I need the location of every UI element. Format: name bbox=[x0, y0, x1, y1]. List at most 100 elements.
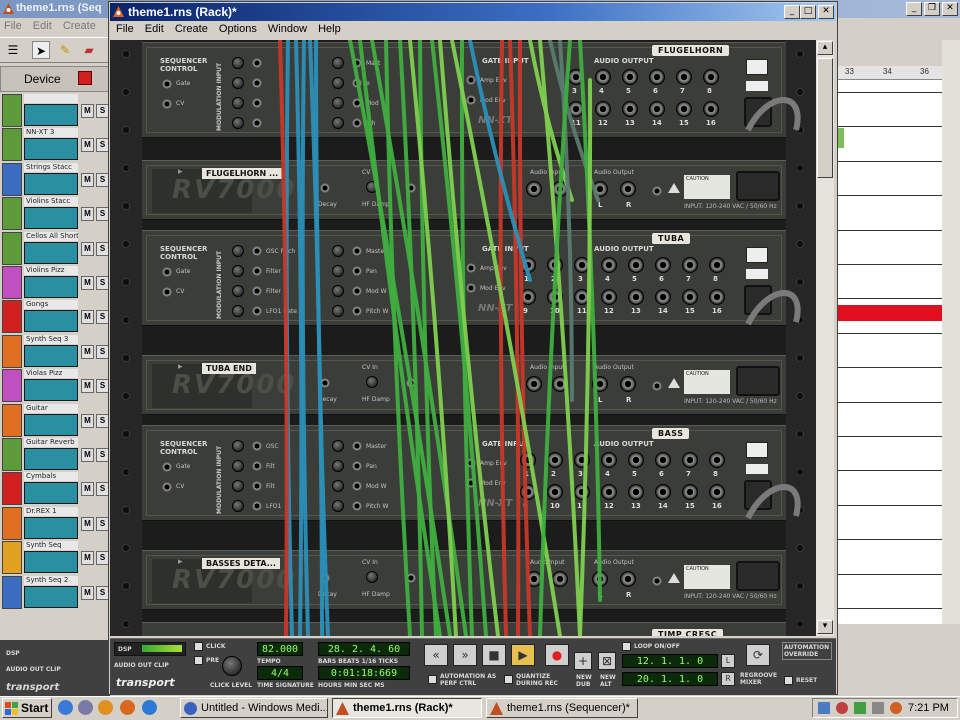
mod-input-jack[interactable] bbox=[352, 78, 362, 88]
audio-output-jack[interactable] bbox=[592, 571, 608, 587]
tray-security-icon[interactable] bbox=[836, 702, 848, 714]
track-row[interactable]: Cellos All Short M S bbox=[2, 232, 109, 265]
audio-output-jack[interactable] bbox=[620, 181, 636, 197]
track-row[interactable]: NN-XT 3MS bbox=[2, 128, 109, 161]
audio-output-jack[interactable] bbox=[628, 257, 644, 273]
mod-input-jack[interactable] bbox=[352, 58, 362, 68]
mod-amount-knob[interactable] bbox=[232, 117, 244, 129]
audio-output-jack[interactable] bbox=[628, 452, 644, 468]
audio-output-jack[interactable] bbox=[595, 101, 611, 117]
seq-menu-create[interactable]: Create bbox=[63, 20, 96, 32]
device-name-tag[interactable]: BASS bbox=[652, 428, 690, 439]
audio-output-jack[interactable] bbox=[547, 289, 563, 305]
reverb-unit[interactable]: RV7000 ▸ BASSES DETA... CV In Decay HF Damp Au… bbox=[142, 550, 786, 610]
audio-output-jack[interactable] bbox=[682, 257, 698, 273]
seq-menu-edit[interactable]: Edit bbox=[33, 20, 52, 32]
reverb-unit[interactable]: RV7000 ▸ TUBA END CV In Decay HF Damp Audio In… bbox=[142, 355, 786, 415]
mod-amount-knob[interactable] bbox=[332, 285, 344, 297]
play-button[interactable]: ▶ bbox=[511, 644, 535, 666]
mod-amount-knob[interactable] bbox=[332, 460, 344, 472]
scroll-up-icon[interactable]: ▴ bbox=[817, 41, 833, 55]
chain-jack[interactable] bbox=[652, 381, 662, 391]
cv-jack[interactable] bbox=[320, 183, 330, 193]
device-thumbnail[interactable] bbox=[24, 586, 78, 608]
mod-amount-knob[interactable] bbox=[232, 77, 244, 89]
mod-amount-knob[interactable] bbox=[332, 480, 344, 492]
mute-button[interactable]: M bbox=[81, 138, 94, 152]
audio-output-jack[interactable] bbox=[547, 257, 563, 273]
audio-output-jack[interactable] bbox=[601, 452, 617, 468]
device-name-tag[interactable]: FLUGELHORN ... bbox=[202, 168, 283, 179]
audio-output-jack[interactable] bbox=[520, 257, 536, 273]
audio-output-jack[interactable] bbox=[682, 452, 698, 468]
rack-menu-edit[interactable]: Edit bbox=[145, 23, 164, 35]
device-thumbnail[interactable] bbox=[24, 242, 78, 264]
gate-input-jack[interactable] bbox=[466, 75, 476, 85]
mod-amount-knob[interactable] bbox=[332, 97, 344, 109]
mod-input-jack[interactable] bbox=[252, 118, 262, 128]
clip[interactable] bbox=[838, 305, 942, 321]
device-thumbnail[interactable] bbox=[24, 173, 78, 195]
power-switch[interactable] bbox=[746, 59, 768, 75]
track-row[interactable]: Violas Pizz M S bbox=[2, 369, 109, 402]
sampler-unit[interactable]: SEQUENCER CONTROL Gate CV MODULATION INPUT O… bbox=[142, 425, 786, 521]
audio-output-jack[interactable] bbox=[628, 289, 644, 305]
fold-arrow-icon[interactable]: ▸ bbox=[178, 557, 183, 567]
rewind-button[interactable]: « bbox=[424, 644, 448, 666]
mod-amount-knob[interactable] bbox=[232, 265, 244, 277]
rack-scroll-thumb[interactable] bbox=[817, 58, 833, 178]
device-thumbnail[interactable] bbox=[24, 414, 78, 436]
decay-knob[interactable] bbox=[366, 376, 378, 388]
gate-input-jack[interactable] bbox=[466, 458, 476, 468]
quantize-toggle[interactable] bbox=[504, 675, 513, 684]
hamburger-icon[interactable]: ☰ bbox=[4, 41, 22, 59]
mod-amount-knob[interactable] bbox=[332, 305, 344, 317]
device-thumbnail[interactable] bbox=[24, 207, 78, 229]
audio-output-jack[interactable] bbox=[676, 69, 692, 85]
device-thumbnail[interactable] bbox=[24, 345, 78, 367]
task-rack[interactable]: theme1.rns (Rack)* bbox=[332, 698, 482, 718]
record-button[interactable]: ● bbox=[545, 644, 569, 666]
task-media-player[interactable]: Untitled - Windows Medi... bbox=[180, 698, 328, 718]
audio-output-jack[interactable] bbox=[676, 101, 692, 117]
rack-menu-help[interactable]: Help bbox=[318, 23, 341, 35]
seq-restore-button[interactable]: ❐ bbox=[924, 2, 940, 16]
mod-input-jack[interactable] bbox=[352, 306, 362, 316]
mod-input-jack[interactable] bbox=[352, 98, 362, 108]
device-thumbnail[interactable] bbox=[24, 138, 78, 160]
mod-amount-knob[interactable] bbox=[332, 500, 344, 512]
cv-jack[interactable] bbox=[406, 183, 416, 193]
new-dub-button[interactable]: + bbox=[574, 652, 592, 670]
mod-amount-knob[interactable] bbox=[232, 245, 244, 257]
device-name-tag[interactable]: BASSES DETA... bbox=[202, 558, 280, 569]
seq-menu-file[interactable]: File bbox=[4, 20, 22, 32]
mod-input-jack[interactable] bbox=[352, 118, 362, 128]
loop-right-display[interactable]: 20. 1. 1. 0 bbox=[622, 672, 718, 686]
rack-close-button[interactable]: ✕ bbox=[818, 5, 834, 19]
cv-jack[interactable] bbox=[320, 573, 330, 583]
position-display[interactable]: 28. 2. 4. 60 bbox=[318, 642, 410, 656]
mod-amount-knob[interactable] bbox=[232, 285, 244, 297]
mod-input-jack[interactable] bbox=[252, 98, 262, 108]
firefox-quicklaunch-icon[interactable] bbox=[120, 700, 135, 715]
mod-input-jack[interactable] bbox=[252, 78, 262, 88]
pre-toggle[interactable] bbox=[194, 656, 203, 665]
chain-jack[interactable] bbox=[652, 576, 662, 586]
track-row[interactable]: Violins Stacc M S bbox=[2, 197, 109, 230]
device-thumbnail[interactable] bbox=[24, 379, 78, 401]
browser-quicklaunch-icon[interactable] bbox=[142, 700, 157, 715]
device-thumbnail[interactable] bbox=[24, 276, 78, 298]
decay-knob[interactable] bbox=[366, 181, 378, 193]
mod-input-jack[interactable] bbox=[352, 286, 362, 296]
audio-output-jack[interactable] bbox=[655, 484, 671, 500]
power-switch[interactable] bbox=[746, 247, 768, 263]
cv-jack[interactable] bbox=[162, 287, 172, 297]
loop-left-display[interactable]: 12. 1. 1. 0 bbox=[622, 654, 718, 668]
gate-input-jack[interactable] bbox=[466, 263, 476, 273]
device-thumbnail[interactable] bbox=[24, 104, 78, 126]
cv-jack[interactable] bbox=[406, 573, 416, 583]
mod-amount-knob[interactable] bbox=[232, 480, 244, 492]
arrow-tool-icon[interactable]: ➤ bbox=[32, 41, 50, 59]
ie-quicklaunch-icon[interactable] bbox=[58, 700, 73, 715]
mod-amount-knob[interactable] bbox=[232, 305, 244, 317]
